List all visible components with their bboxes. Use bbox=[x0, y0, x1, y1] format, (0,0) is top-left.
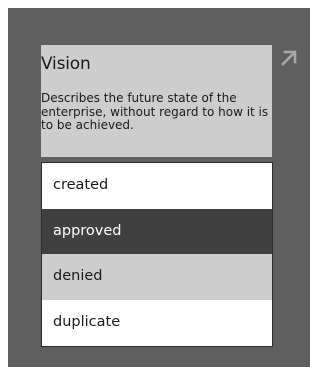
status-list: created approved denied duplicate bbox=[41, 162, 273, 347]
element-info-card: Vision Describes the future state of the… bbox=[41, 45, 272, 157]
status-option-approved[interactable]: approved bbox=[42, 208, 272, 254]
element-title: Vision bbox=[41, 54, 91, 74]
status-option-duplicate[interactable]: duplicate bbox=[42, 300, 272, 346]
status-option-created[interactable]: created bbox=[42, 163, 272, 209]
expand-arrow-icon[interactable] bbox=[279, 48, 299, 68]
element-description: Describes the future state of the enterp… bbox=[41, 91, 269, 132]
status-option-denied[interactable]: denied bbox=[42, 254, 272, 300]
